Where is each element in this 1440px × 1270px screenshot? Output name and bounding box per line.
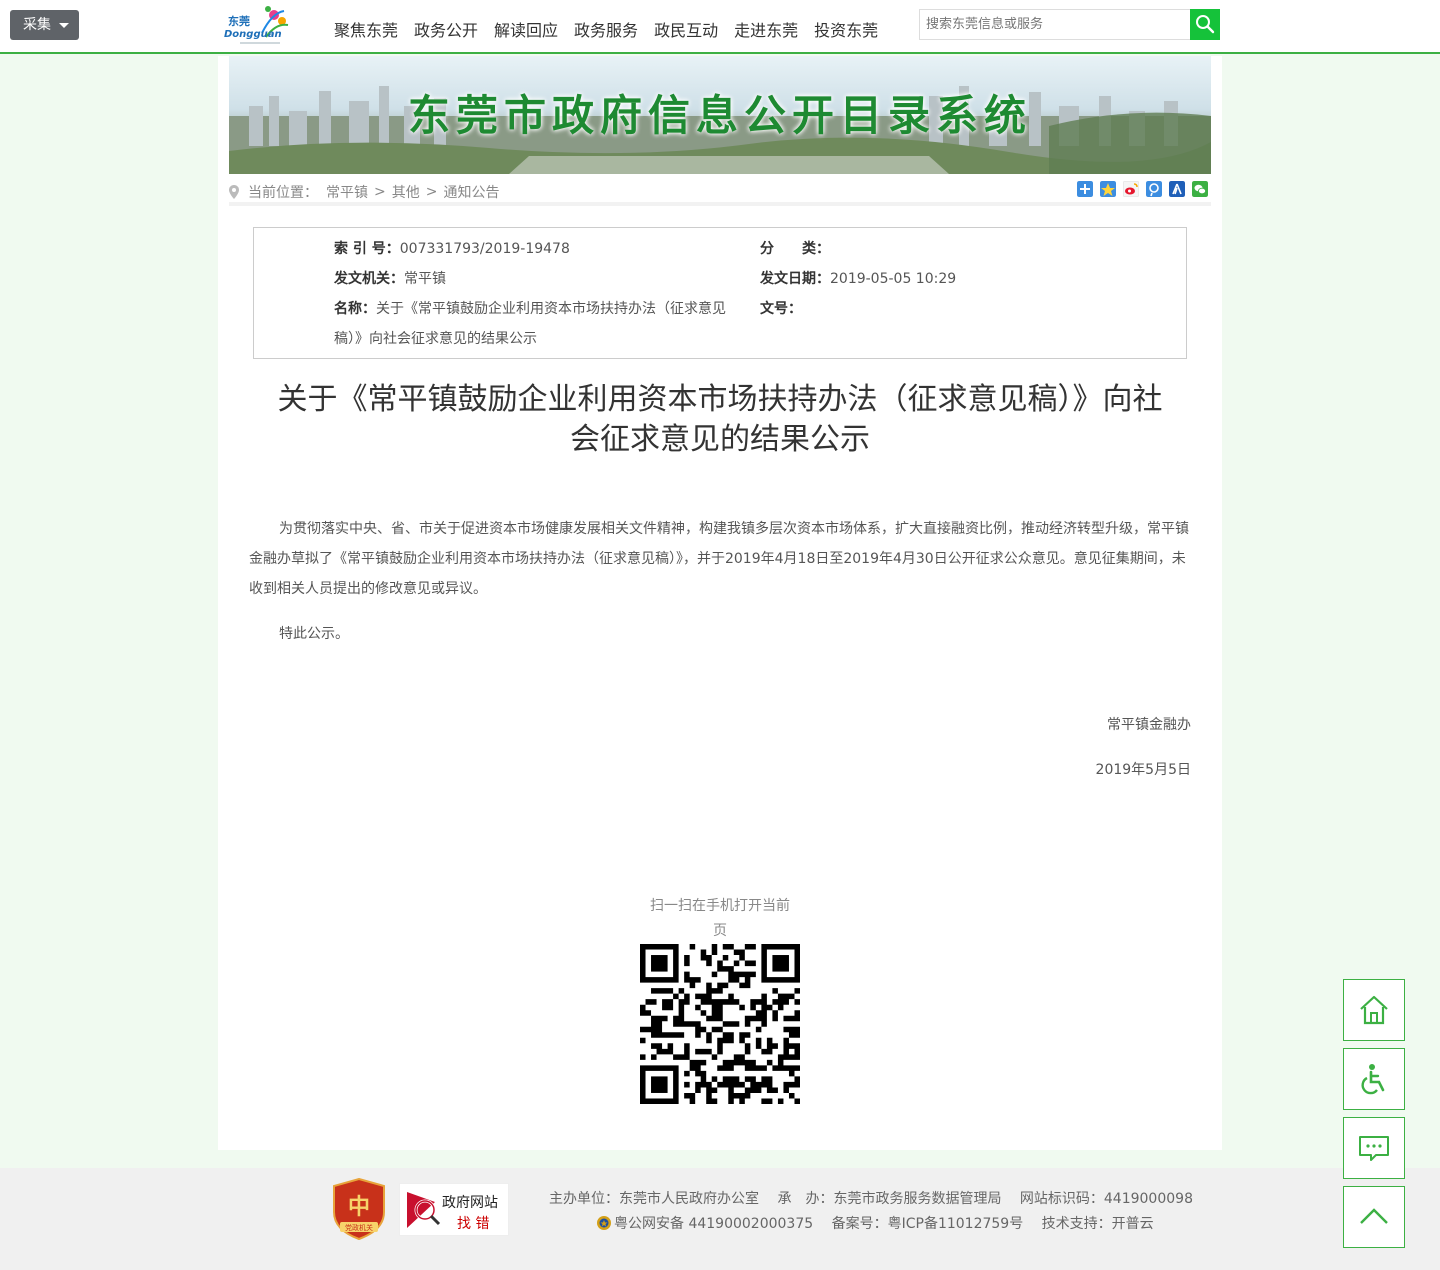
magnifier-icon [407,1192,441,1228]
footer-icp-and-support: 备案号：粤ICP备11012759号 技术支持：开普云 [813,1216,1154,1232]
svg-text:东莞: 东莞 [228,14,250,28]
nav-item-about[interactable]: 走进东莞 [734,17,798,41]
nav-item-invest[interactable]: 投资东莞 [814,17,878,41]
share-weibo-icon[interactable] [1123,181,1139,197]
top-navigation-bar: 采集 东莞 Dongguan 聚焦东莞 政务公开 解读回应 政务服务 政民互动 … [0,0,1440,54]
share-qzone-icon[interactable] [1100,181,1116,197]
police-emblem-icon [597,1216,611,1230]
breadcrumb: 当前位置： 常平镇 > 其他 > 通知公告 [229,174,1211,206]
breadcrumb-separator: > [374,184,386,200]
share-more-icon[interactable] [1077,181,1093,197]
nav-item-focus[interactable]: 聚焦东莞 [334,17,398,41]
banner: 东莞市政府信息公开目录系统 [229,56,1211,174]
nav-item-services[interactable]: 政务服务 [574,17,638,41]
meta-index: 索 引 号：007331793/2019-19478 [334,241,570,257]
breadcrumb-prefix: 当前位置： [248,185,318,201]
message-icon [1359,1136,1389,1161]
meta-docno: 文号： [760,301,802,317]
article-paragraph: 为贯彻落实中央、省、市关于促进资本市场健康发展相关文件精神，构建我镇多层次资本市… [249,521,1189,597]
footer-record-line: 粤公网安备 44190002000375 备案号：粤ICP备11012759号 … [596,1213,1154,1233]
back-to-top-button[interactable] [1343,1186,1405,1248]
dongguan-logo[interactable]: 东莞 Dongguan [222,3,294,49]
article-paragraph: 特此公示。 [279,626,349,642]
nav-item-interaction[interactable]: 政民互动 [654,17,718,41]
meta-issuer: 发文机关：常平镇 [334,271,446,287]
nav-item-interpretation[interactable]: 解读回应 [494,17,558,41]
badge2-label-bottom: 找 错 [457,1216,490,1232]
breadcrumb-separator: > [425,184,438,200]
breadcrumb-item-changping[interactable]: 常平镇 [326,182,368,202]
search-input[interactable] [919,9,1191,40]
svg-text:党政机关: 党政机关 [345,1223,373,1232]
share-wechat-icon[interactable] [1192,181,1208,197]
home-button[interactable] [1343,979,1405,1041]
meta-category: 分 类： [760,241,830,257]
caiji-label: 采集 [23,17,51,33]
footer: 中 党政机关 政府网站 找 错 主办单位：东莞市人民政府办公室 承 办：东莞市政… [0,1168,1440,1270]
breadcrumb-item-notices[interactable]: 通知公告 [443,182,499,202]
svg-text:中: 中 [348,1194,370,1220]
qr-caption: 扫一扫在手机打开当前 页 [650,898,790,939]
search-button[interactable] [1190,9,1220,40]
footer-police-record[interactable]: 粤公网安备 44190002000375 [614,1213,813,1233]
article-body: 为贯彻落实中央、省、市关于促进资本市场健康发展相关文件精神，构建我镇多层次资本市… [249,514,1193,649]
badge2-label-top: 政府网站 [442,1195,498,1211]
main-nav: 聚焦东莞 政务公开 解读回应 政务服务 政民互动 走进东莞 投资东莞 [334,17,894,41]
home-icon [1360,995,1388,1025]
gov-site-error-report-badge[interactable]: 政府网站 找 错 [399,1183,509,1236]
accessibility-button[interactable] [1343,1048,1405,1110]
main-content: 东莞市政府信息公开目录系统 当前位置： 常平镇 > 其他 > 通知公告 索 引 … [218,56,1222,1150]
meta-name: 名称：关于《常平镇鼓励企业利用资本市场扶持办法（征求意见 稿）》向社会征求意见的… [334,301,726,347]
breadcrumb-item-other[interactable]: 其他 [392,182,420,202]
share-bar [1070,181,1208,197]
message-button[interactable] [1343,1117,1405,1179]
qr-code [640,944,800,1104]
caiji-dropdown-button[interactable]: 采集 [10,10,79,40]
share-tencent-icon[interactable] [1146,181,1162,197]
article-signer: 常平镇金融办 [1107,717,1191,733]
location-pin-icon [229,185,239,199]
document-meta-box: 索 引 号：007331793/2019-19478 分 类： 发文机关：常平镇… [253,227,1187,359]
back-to-top-icon [1360,1208,1388,1224]
article-sign-date: 2019年5月5日 [1095,762,1191,778]
footer-sponsor-line: 主办单位：东莞市人民政府办公室 承 办：东莞市政务服务数据管理局 网站标识码：4… [549,1191,1193,1207]
article-title: 关于《常平镇鼓励企业利用资本市场扶持办法（征求意见稿）》向社 会征求意见的结果公… [277,382,1163,457]
accessibility-icon [1361,1064,1385,1095]
search-icon [1196,15,1215,34]
share-renren-icon[interactable] [1169,181,1185,197]
banner-title: 东莞市政府信息公开目录系统 [407,91,1032,140]
party-gov-badge-icon[interactable]: 中 党政机关 [332,1178,386,1240]
caret-down-icon [59,23,69,28]
svg-text:Dongguan: Dongguan [224,29,282,40]
nav-item-gov-open[interactable]: 政务公开 [414,17,478,41]
meta-date: 发文日期：2019-05-05 10:29 [760,271,957,287]
